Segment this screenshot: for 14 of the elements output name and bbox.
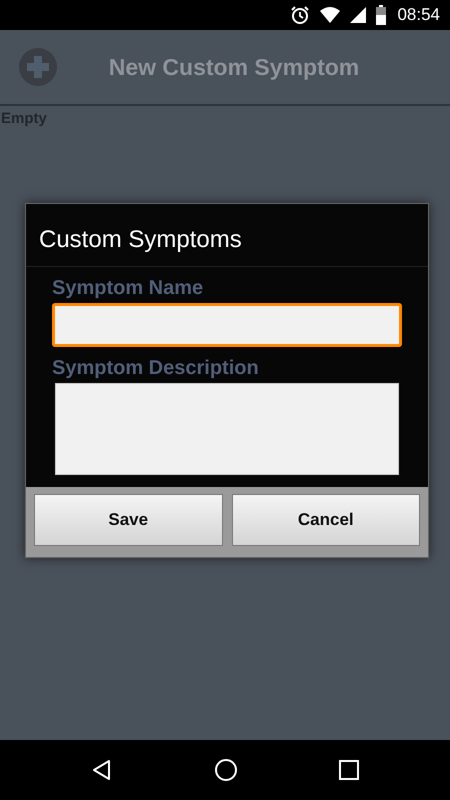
dialog-button[interactable]: Cancel (232, 494, 420, 546)
alarm-icon (289, 4, 312, 26)
dialog-button[interactable]: Save (34, 494, 222, 546)
signal-icon (349, 6, 368, 24)
home-icon[interactable] (214, 758, 238, 782)
dialog-title: Custom Symptoms (26, 204, 428, 267)
wifi-icon (319, 6, 342, 24)
field-label: Symptom Name (52, 277, 204, 300)
recents-icon[interactable] (338, 759, 360, 781)
input-field[interactable] (52, 303, 402, 347)
field-label: Symptom Description (52, 357, 259, 380)
status-time: 08:54 (397, 5, 440, 25)
battery-icon (375, 5, 388, 25)
header-title: New Custom Symptom (108, 54, 360, 80)
